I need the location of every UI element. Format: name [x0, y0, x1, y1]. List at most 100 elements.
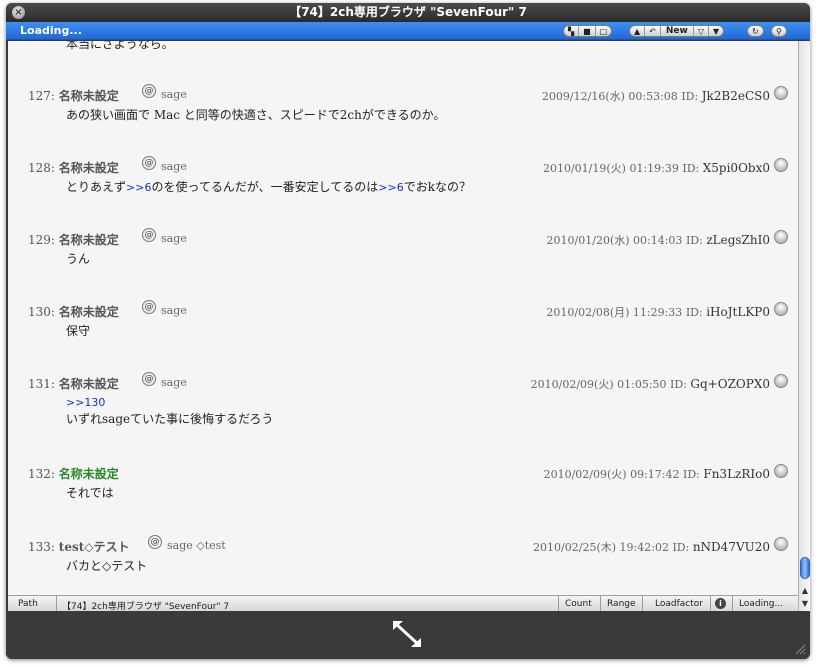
post-id[interactable]: X5pi0Obx0: [703, 161, 770, 175]
post-mail: sage: [161, 376, 187, 389]
post-mail: sage: [161, 88, 187, 101]
post-number[interactable]: 128:: [28, 161, 55, 175]
post-date: 2010/02/08(月) 11:29:33: [546, 306, 683, 319]
thread-view: 本当にさようなら。 127: 名称未設定 @ sage 2009/12/16(水…: [8, 41, 798, 595]
mail-icon[interactable]: @: [142, 156, 156, 170]
id-label: ID:: [670, 378, 687, 391]
post-number[interactable]: 129:: [28, 233, 55, 247]
post-date: 2010/01/19(火) 01:19:39: [542, 162, 679, 175]
status-bar: Path 【74】2ch専用ブラウザ "SevenFour" 7 Count R…: [8, 595, 798, 612]
post-action-icon[interactable]: [774, 464, 788, 478]
post-action-icon[interactable]: [774, 158, 788, 172]
id-label: ID:: [685, 306, 703, 319]
post-action-icon[interactable]: [774, 537, 788, 551]
title-bar: × 【74】2ch専用ブラウザ "SevenFour" 7: [6, 3, 810, 22]
post-body: 保守: [66, 323, 90, 339]
browser-window: × 【74】2ch専用ブラウザ "SevenFour" 7 Loading...…: [6, 3, 810, 659]
post-id[interactable]: iHoJtLKP0: [706, 305, 770, 319]
post-mail: sage: [161, 232, 187, 245]
mail-icon[interactable]: @: [142, 84, 156, 98]
new-button[interactable]: New: [661, 26, 694, 36]
post-line: バカと◇テスト: [66, 559, 148, 573]
loading-label: Loading...: [20, 24, 82, 37]
anchor-link[interactable]: >>6: [378, 181, 403, 194]
post-id[interactable]: zLegsZhI0: [706, 233, 770, 247]
status-divider: [642, 596, 643, 612]
status-divider: [710, 596, 711, 612]
post-body: うん: [66, 251, 90, 267]
close-icon[interactable]: ×: [12, 6, 25, 19]
post-mail: sage ◇test: [167, 539, 226, 552]
info-icon[interactable]: i: [715, 598, 726, 609]
post-number[interactable]: 132:: [28, 467, 55, 481]
resize-grip-icon[interactable]: [794, 643, 806, 655]
post-date: 2009/12/16(水) 00:53:08: [541, 90, 678, 103]
post-id[interactable]: Jk2B2eCS0: [702, 89, 770, 103]
mail-icon[interactable]: @: [142, 372, 156, 386]
layout-split-icon[interactable]: ▚: [564, 26, 580, 36]
post-action-icon[interactable]: [774, 86, 788, 100]
post-action-icon[interactable]: [774, 374, 788, 388]
post-line: あの狭い画面で Mac と同等の快適さ、スピードで2chができるのか。: [66, 108, 446, 122]
anchor-link[interactable]: >>130: [66, 395, 273, 411]
fullscreen-toggle-icon[interactable]: [390, 619, 424, 649]
post-mail: sage: [161, 304, 187, 317]
post-text: でおkなの？: [403, 180, 471, 194]
scroll-thumb[interactable]: [800, 557, 810, 579]
vertical-scrollbar[interactable]: ▲ ▼: [798, 41, 810, 611]
post-number[interactable]: 130:: [28, 305, 55, 319]
post-name: 名称未設定: [58, 467, 119, 481]
scroll-up-arrow-icon[interactable]: ▲: [799, 585, 810, 597]
post-number[interactable]: 133:: [28, 540, 55, 554]
reload-button[interactable]: ↻: [747, 25, 764, 37]
window-title: 【74】2ch専用ブラウザ "SevenFour" 7: [289, 5, 527, 19]
post-name: 名称未設定: [58, 161, 119, 175]
post-id[interactable]: Gq+OZOPX0: [690, 377, 770, 391]
mail-icon[interactable]: @: [142, 300, 156, 314]
reload-icon[interactable]: ↻: [748, 26, 763, 36]
count-label[interactable]: Count: [565, 599, 592, 609]
post-text: のを使ってるんだが、一番安定してるのは: [151, 180, 379, 194]
layout-full-icon[interactable]: ■: [579, 26, 596, 36]
range-label[interactable]: Range: [607, 599, 636, 609]
status-divider: [732, 596, 733, 612]
post-line: いずれsageていた事に後悔するだろう: [66, 412, 274, 426]
post-line: とりあえず>>6のを使ってるんだが、一番安定してるのは>>6でおkなの？: [66, 179, 471, 196]
post-date: 2010/02/09(火) 09:17:42: [543, 468, 680, 481]
mail-icon[interactable]: @: [148, 535, 162, 549]
post-line: うん: [66, 252, 91, 266]
post-action-icon[interactable]: [774, 230, 788, 244]
down-outline-icon[interactable]: ▽: [694, 26, 709, 36]
post-id[interactable]: Fn3LzRIo0: [703, 467, 770, 481]
post-name: 名称未設定: [58, 233, 119, 247]
post-name: test◇テスト: [58, 540, 130, 554]
back-arrow-icon[interactable]: ↶: [645, 26, 661, 36]
anchor-link[interactable]: >>6: [126, 181, 151, 194]
post-number[interactable]: 131:: [28, 377, 55, 391]
scroll-down-arrow-icon[interactable]: ▼: [799, 598, 810, 610]
post-number[interactable]: 127:: [28, 89, 55, 103]
up-arrow-icon[interactable]: ▲: [630, 26, 646, 36]
post-body: あの狭い画面で Mac と同等の快適さ、スピードで2chができるのか。: [66, 107, 445, 123]
down-arrow-icon[interactable]: ▼: [709, 26, 723, 36]
post-line: それでは: [66, 486, 114, 500]
post-action-icon[interactable]: [774, 302, 788, 316]
post-date: 2010/02/25(木) 19:42:02: [533, 541, 669, 554]
post-body: >>130 いずれsageていた事に後悔するだろう: [66, 395, 273, 427]
layout-window-icon[interactable]: □: [596, 26, 612, 36]
layout-button-group: ▚ ■ □: [563, 25, 613, 37]
id-label: ID:: [672, 541, 690, 554]
id-label: ID:: [682, 162, 700, 175]
search-button[interactable]: ⚲: [771, 25, 787, 37]
post-name: 名称未設定: [58, 305, 119, 319]
mail-icon[interactable]: @: [142, 228, 156, 242]
status-divider: [600, 596, 601, 612]
post-date: 2010/01/20(水) 00:14:03: [546, 234, 683, 247]
post-id[interactable]: nND47VU20: [693, 540, 770, 554]
bottom-bar: [6, 611, 810, 659]
loadfactor-label[interactable]: Loadfactor: [655, 599, 703, 609]
toolbar: Loading... ▚ ■ □ ▲ ↶ New ▽ ▼ ↻ ⚲: [6, 22, 810, 40]
path-label[interactable]: Path: [18, 599, 38, 609]
search-icon[interactable]: ⚲: [772, 26, 786, 36]
id-label: ID:: [685, 234, 703, 247]
